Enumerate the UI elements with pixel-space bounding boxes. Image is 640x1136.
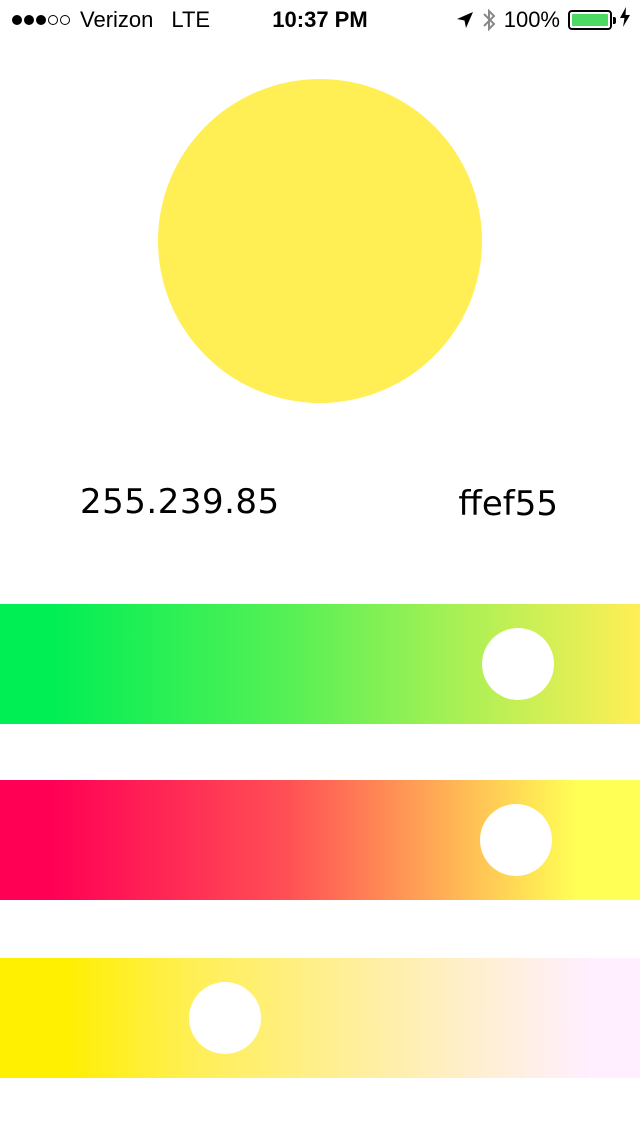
battery-percentage: 100% (503, 7, 560, 32)
rgb-value-label: 255.239.85 (80, 482, 280, 522)
green-channel-slider[interactable] (0, 604, 640, 724)
slider-knob[interactable] (189, 982, 262, 1054)
bluetooth-icon (482, 8, 496, 32)
slider-knob[interactable] (482, 628, 555, 700)
battery-icon (568, 10, 616, 30)
color-preview-circle (158, 79, 482, 403)
location-arrow-icon (456, 11, 474, 29)
red-channel-slider[interactable] (0, 780, 640, 900)
slider-knob[interactable] (480, 804, 552, 876)
charging-bolt-icon (620, 7, 630, 33)
battery-fill (572, 14, 608, 26)
battery-nub (613, 17, 616, 24)
status-right: 100% (456, 7, 630, 33)
status-bar: Verizon LTE 10:37 PM 100% (0, 0, 640, 40)
hex-value-label: ffef55 (458, 484, 558, 524)
blue-channel-slider[interactable] (0, 958, 640, 1078)
